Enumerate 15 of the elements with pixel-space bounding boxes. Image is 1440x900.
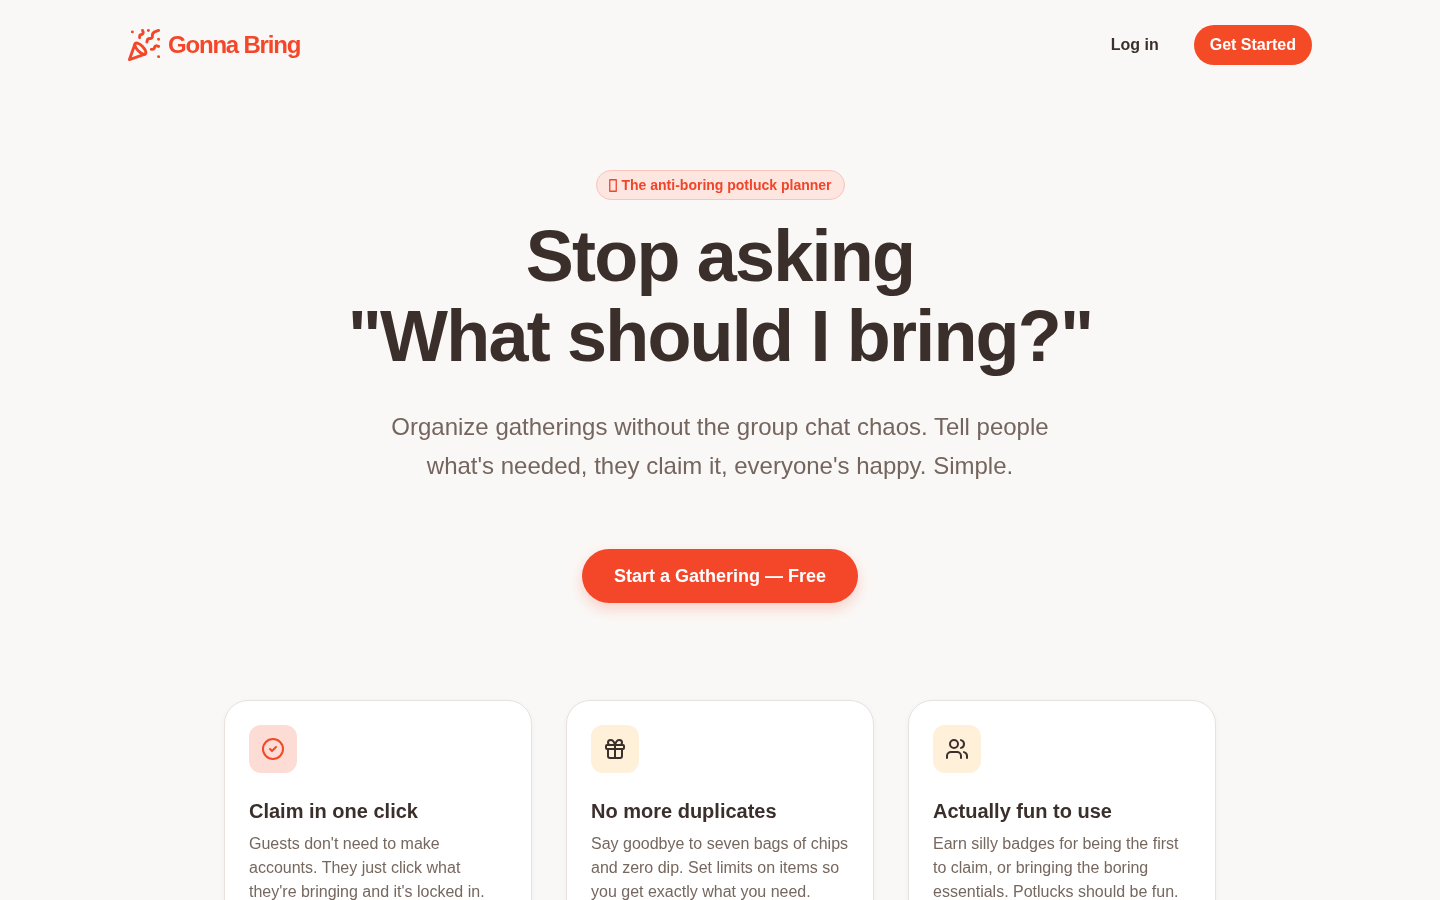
nav-button[interactable]: Get Started	[1193, 25, 1312, 65]
feature-title: Actually fun to use	[933, 799, 1113, 824]
tagline-text: The anti-boring potluck planner	[621, 176, 832, 194]
party-popper-icon	[128, 29, 160, 61]
feature-description: Earn silly badges for being the first to claim, or bringing the boring essentials. Potlucks should be fun.	[933, 834, 1180, 900]
cta-button[interactable]: Start a Gathering — Free	[581, 549, 859, 603]
hero-subtitle: Organize gatherings without the group chat chaos. Tell people what's needed, they claim it, everyone's happy. Simple.	[390, 412, 1050, 481]
feature-title: No more duplicates	[591, 799, 778, 824]
hero-heading: Stop asking "What should I bring?"	[347, 216, 1093, 376]
feature-title: Claim in one click	[249, 799, 419, 824]
missing-glyph-icon	[608, 178, 617, 192]
logo-text[interactable]: Gonna Bring	[168, 29, 301, 61]
feature-description: Say goodbye to seven bags of chips and zero dip. Set limits on items so you get exactly what you need.	[591, 834, 849, 900]
feature-description: Guests don't need to make accounts. They just click what they're bringing and it's locked in.	[249, 834, 486, 900]
nav-link[interactable]: Log in	[1094, 27, 1175, 63]
